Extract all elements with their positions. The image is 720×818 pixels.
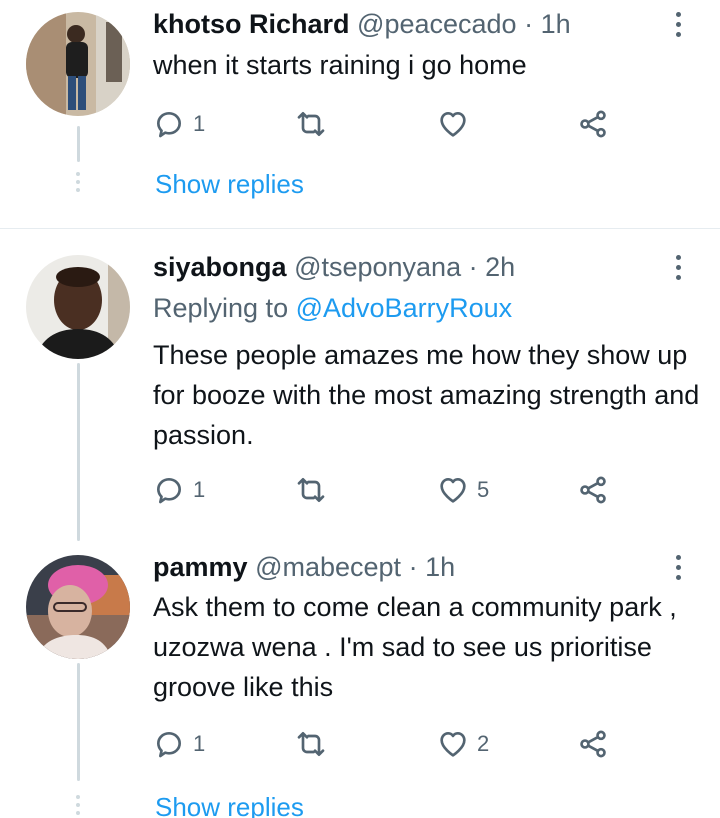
user-handle[interactable]: @tseponyana bbox=[294, 252, 461, 282]
share-icon bbox=[580, 476, 606, 504]
thread-line bbox=[77, 126, 80, 162]
separator: · bbox=[524, 9, 534, 39]
separator: · bbox=[468, 252, 478, 282]
like-button[interactable]: 5 bbox=[437, 472, 489, 508]
action-bar: 1 5 bbox=[153, 472, 623, 508]
share-button[interactable] bbox=[577, 726, 609, 762]
thread-line bbox=[77, 363, 80, 541]
retweet-button[interactable] bbox=[295, 726, 335, 762]
retweet-icon bbox=[297, 478, 325, 502]
more-options-icon[interactable] bbox=[676, 255, 684, 285]
display-name[interactable]: siyabonga bbox=[153, 252, 287, 282]
thread-dots bbox=[76, 795, 81, 818]
action-bar: 1 bbox=[153, 106, 623, 142]
reply-icon bbox=[157, 478, 181, 504]
user-handle[interactable]: @mabecept bbox=[255, 552, 401, 582]
tweet-text: Ask them to come clean a community park … bbox=[153, 592, 677, 702]
more-options-icon[interactable] bbox=[676, 12, 684, 42]
tweet-1[interactable]: khotso Richard @peacecado · 1h when it s… bbox=[0, 0, 720, 228]
like-button[interactable] bbox=[437, 106, 477, 142]
tweet-text: These people amazes me how they show up … bbox=[153, 340, 700, 450]
tweet-header: khotso Richard @peacecado · 1h bbox=[153, 7, 571, 41]
like-button[interactable]: 2 bbox=[437, 726, 489, 762]
reply-button[interactable]: 1 bbox=[153, 726, 205, 762]
thread-line bbox=[77, 663, 80, 781]
retweet-button[interactable] bbox=[295, 472, 335, 508]
tweet-header: pammy @mabecept · 1h bbox=[153, 550, 455, 584]
reply-icon bbox=[157, 732, 181, 758]
retweet-icon bbox=[297, 732, 325, 756]
avatar[interactable] bbox=[26, 255, 130, 359]
user-handle[interactable]: @peacecado bbox=[357, 9, 517, 39]
action-bar: 1 2 bbox=[153, 726, 623, 762]
reply-count: 1 bbox=[193, 111, 206, 136]
share-icon bbox=[580, 730, 606, 758]
tweet-3[interactable]: pammy @mabecept · 1h Ask them to come cl… bbox=[0, 539, 720, 818]
show-replies-link[interactable]: Show replies bbox=[155, 791, 304, 818]
avatar[interactable] bbox=[26, 12, 130, 116]
reply-count: 1 bbox=[193, 731, 206, 756]
timestamp[interactable]: 2h bbox=[485, 252, 515, 282]
like-icon bbox=[440, 478, 466, 503]
thread-dots bbox=[76, 172, 81, 196]
share-icon bbox=[580, 110, 606, 138]
display-name[interactable]: pammy bbox=[153, 552, 248, 582]
tweet-header: siyabonga @tseponyana · 2h bbox=[153, 250, 515, 284]
retweet-icon bbox=[297, 112, 325, 136]
more-options-icon[interactable] bbox=[676, 555, 684, 585]
replying-to: Replying to @AdvoBarryRoux bbox=[153, 291, 512, 325]
timestamp[interactable]: 1h bbox=[425, 552, 455, 582]
share-button[interactable] bbox=[577, 472, 609, 508]
reply-icon bbox=[157, 112, 181, 138]
retweet-button[interactable] bbox=[295, 106, 335, 142]
replying-prefix: Replying to bbox=[153, 293, 289, 323]
reply-button[interactable]: 1 bbox=[153, 472, 205, 508]
reply-button[interactable]: 1 bbox=[153, 106, 205, 142]
display-name[interactable]: khotso Richard bbox=[153, 9, 350, 39]
avatar[interactable] bbox=[26, 555, 130, 659]
tweet-2[interactable]: siyabonga @tseponyana · 2h Replying to @… bbox=[0, 229, 720, 541]
reply-count: 1 bbox=[193, 477, 206, 502]
mention-link[interactable]: @AdvoBarryRoux bbox=[296, 293, 513, 323]
timestamp[interactable]: 1h bbox=[541, 9, 571, 39]
like-icon bbox=[440, 112, 466, 137]
like-count: 5 bbox=[477, 477, 490, 502]
like-count: 2 bbox=[477, 731, 490, 756]
separator: · bbox=[408, 552, 418, 582]
show-replies-link[interactable]: Show replies bbox=[155, 168, 304, 200]
like-icon bbox=[440, 732, 466, 757]
share-button[interactable] bbox=[577, 106, 609, 142]
tweet-text: when it starts raining i go home bbox=[153, 50, 527, 80]
